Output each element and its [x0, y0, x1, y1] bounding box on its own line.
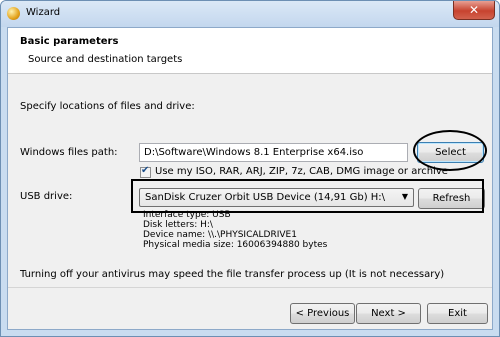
wizard-client-area: Basic parameters Source and destination …: [7, 27, 493, 330]
antivirus-note: Turning off your antivirus may speed the…: [20, 269, 445, 280]
files-path-label: Windows files path:: [20, 147, 118, 158]
select-button[interactable]: Select: [417, 142, 484, 163]
device-name-text: Device name: \\.\PHYSICALDRIVE1: [143, 230, 297, 240]
disk-letters-text: Disk letters: H:\: [143, 220, 213, 230]
close-button[interactable]: ✕: [453, 1, 495, 20]
page-title: Basic parameters: [20, 36, 119, 47]
title-bar[interactable]: Wizard ✕: [1, 1, 499, 27]
exit-button[interactable]: Exit: [427, 303, 488, 324]
app-icon: [7, 7, 20, 20]
page-subtitle: Source and destination targets: [28, 54, 183, 65]
previous-button[interactable]: < Previous: [290, 303, 355, 324]
usb-drive-select[interactable]: SanDisk Cruzer Orbit USB Device (14,91 G…: [139, 188, 414, 207]
usb-drive-label: USB drive:: [20, 191, 73, 202]
window-title: Wizard: [26, 7, 61, 18]
use-images-checkbox[interactable]: ✔: [140, 165, 151, 178]
refresh-button[interactable]: Refresh: [418, 188, 485, 209]
usb-drive-selected: SanDisk Cruzer Orbit USB Device (14,91 G…: [145, 192, 386, 203]
files-path-input[interactable]: D:\Software\Windows 8.1 Enterprise x64.i…: [139, 143, 408, 162]
chevron-down-icon: ▼: [401, 192, 408, 201]
interface-type-text: Interface type: USB: [143, 210, 231, 220]
media-size-text: Physical media size: 16006394880 bytes: [143, 240, 328, 250]
wizard-header: Basic parameters Source and destination …: [8, 28, 492, 74]
wizard-window: Wizard ✕ Basic parameters Source and des…: [0, 0, 500, 337]
checkmark-icon: ✔: [141, 165, 150, 176]
next-button[interactable]: Next >: [356, 303, 421, 324]
instruction-text: Specify locations of files and drive:: [20, 101, 195, 112]
footer-divider: [8, 287, 492, 288]
use-images-label[interactable]: Use my ISO, RAR, ARJ, ZIP, 7z, CAB, DMG …: [155, 166, 448, 177]
